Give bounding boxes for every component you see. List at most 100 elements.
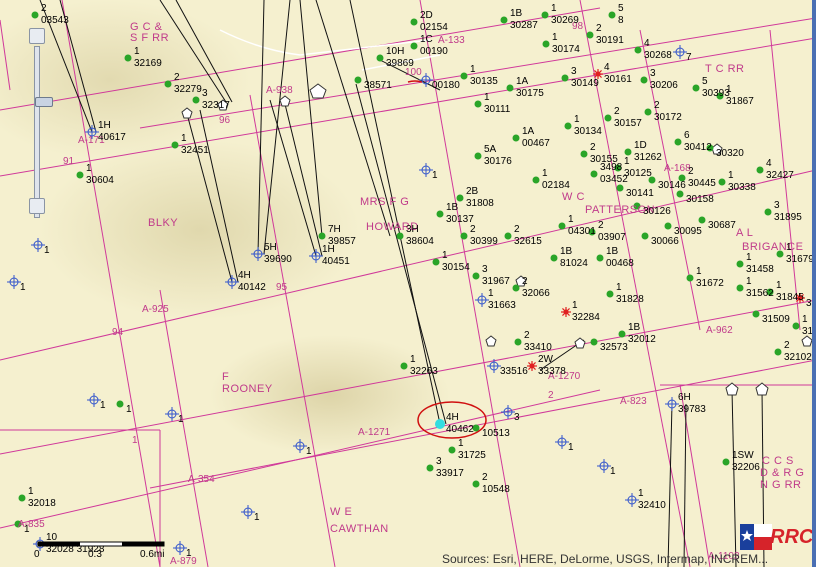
oil-well-symbol[interactable] (474, 152, 482, 160)
permit-well-symbol[interactable] (419, 163, 433, 177)
oil-well-symbol[interactable] (736, 260, 744, 268)
oil-well-symbol[interactable] (500, 16, 508, 24)
oil-well-symbol[interactable] (756, 166, 764, 174)
zoom-thumb[interactable] (35, 97, 53, 107)
oil-well-symbol[interactable] (472, 480, 480, 488)
oil-well-symbol[interactable] (512, 284, 520, 292)
oil-well-symbol[interactable] (608, 11, 616, 19)
oil-well-symbol[interactable] (686, 274, 694, 282)
oil-well-symbol[interactable] (31, 11, 39, 19)
oil-well-symbol[interactable] (698, 216, 706, 224)
oil-well-symbol[interactable] (18, 494, 26, 502)
oil-well-symbol[interactable] (506, 84, 514, 92)
permit-well-symbol[interactable] (475, 293, 489, 307)
oil-well-symbol[interactable] (606, 290, 614, 298)
permit-well-symbol[interactable] (555, 435, 569, 449)
oil-well-symbol[interactable] (676, 190, 684, 198)
oil-well-symbol[interactable] (410, 42, 418, 50)
permit-well-symbol[interactable] (165, 407, 179, 421)
permit-well-symbol[interactable] (625, 493, 639, 507)
oil-well-symbol[interactable] (644, 108, 652, 116)
permit-well-symbol[interactable] (597, 459, 611, 473)
oil-well-symbol[interactable] (410, 18, 418, 26)
oil-well-symbol[interactable] (474, 100, 482, 108)
permit-well-symbol[interactable] (501, 405, 515, 419)
permit-well-symbol[interactable] (7, 275, 21, 289)
zoom-slider[interactable] (28, 28, 53, 218)
permit-well-symbol[interactable] (251, 247, 265, 261)
oil-well-symbol[interactable] (580, 150, 588, 158)
well-api: 03907 (598, 232, 626, 243)
well-api: 1 (432, 170, 438, 181)
oil-well-symbol[interactable] (432, 258, 440, 266)
oil-well-symbol[interactable] (764, 208, 772, 216)
zoom-out-button[interactable] (29, 198, 45, 214)
oil-well-symbol[interactable] (590, 170, 598, 178)
oil-well-symbol[interactable] (116, 400, 124, 408)
oil-well-symbol[interactable] (171, 141, 179, 149)
oil-well-symbol[interactable] (558, 222, 566, 230)
selected-well-symbol[interactable] (435, 419, 445, 429)
permit-well-symbol[interactable] (293, 439, 307, 453)
oil-well-symbol[interactable] (456, 194, 464, 202)
oil-well-symbol[interactable] (590, 338, 598, 346)
oil-well-symbol[interactable] (596, 254, 604, 262)
oil-well-symbol[interactable] (718, 178, 726, 186)
oil-well-symbol[interactable] (618, 330, 626, 338)
oil-well-symbol[interactable] (634, 46, 642, 54)
oil-well-symbol[interactable] (512, 134, 520, 142)
oil-well-symbol[interactable] (164, 80, 172, 88)
gas-well-symbol[interactable] (561, 307, 571, 317)
oil-well-symbol[interactable] (460, 232, 468, 240)
oil-well-symbol[interactable] (640, 76, 648, 84)
permit-well-symbol[interactable] (87, 393, 101, 407)
oil-well-symbol[interactable] (561, 74, 569, 82)
oil-well-symbol[interactable] (792, 322, 800, 330)
oil-well-symbol[interactable] (76, 171, 84, 179)
oil-well-symbol[interactable] (396, 232, 404, 240)
oil-well-symbol[interactable] (318, 232, 326, 240)
oil-well-symbol[interactable] (774, 348, 782, 356)
oil-well-symbol[interactable] (541, 11, 549, 19)
well-number: 1B (510, 8, 523, 19)
well-number: 1 (551, 3, 557, 14)
oil-well-symbol[interactable] (448, 446, 456, 454)
oil-well-symbol[interactable] (542, 40, 550, 48)
map-canvas[interactable]: G C & S F RR BLKY MRS F G HOWARD W C PATTERSON… (0, 0, 816, 567)
oil-well-symbol[interactable] (472, 272, 480, 280)
oil-well-symbol[interactable] (376, 54, 384, 62)
oil-well-symbol[interactable] (400, 362, 408, 370)
oil-well-symbol[interactable] (354, 76, 362, 84)
oil-well-symbol[interactable] (436, 210, 444, 218)
permit-well-symbol[interactable] (31, 238, 45, 252)
oil-well-symbol[interactable] (752, 310, 760, 318)
oil-well-symbol[interactable] (722, 458, 730, 466)
zoom-track[interactable] (34, 46, 53, 218)
oil-well-symbol[interactable] (124, 54, 132, 62)
oil-well-symbol[interactable] (641, 232, 649, 240)
oil-well-symbol[interactable] (624, 148, 632, 156)
permit-well-symbol[interactable] (487, 359, 501, 373)
oil-well-symbol[interactable] (504, 232, 512, 240)
permit-well-symbol[interactable] (673, 45, 687, 59)
oil-well-symbol[interactable] (604, 114, 612, 122)
oil-well-symbol[interactable] (664, 222, 672, 230)
oil-well-symbol[interactable] (674, 138, 682, 146)
oil-well-symbol[interactable] (736, 284, 744, 292)
oil-well-symbol[interactable] (616, 184, 624, 192)
zoom-in-button[interactable] (29, 28, 45, 44)
oil-well-symbol[interactable] (692, 84, 700, 92)
oil-well-symbol[interactable] (564, 122, 572, 130)
gas-well-symbol[interactable] (527, 361, 537, 371)
oil-well-symbol[interactable] (586, 31, 594, 39)
well-api: 81024 (560, 258, 588, 269)
permit-well-symbol[interactable] (665, 397, 679, 411)
oil-well-symbol[interactable] (550, 254, 558, 262)
oil-well-symbol[interactable] (460, 72, 468, 80)
oil-well-symbol[interactable] (426, 464, 434, 472)
well-number: 1 (442, 250, 448, 261)
permit-well-symbol[interactable] (241, 505, 255, 519)
oil-well-symbol[interactable] (532, 176, 540, 184)
oil-well-symbol[interactable] (192, 96, 200, 104)
oil-well-symbol[interactable] (514, 338, 522, 346)
